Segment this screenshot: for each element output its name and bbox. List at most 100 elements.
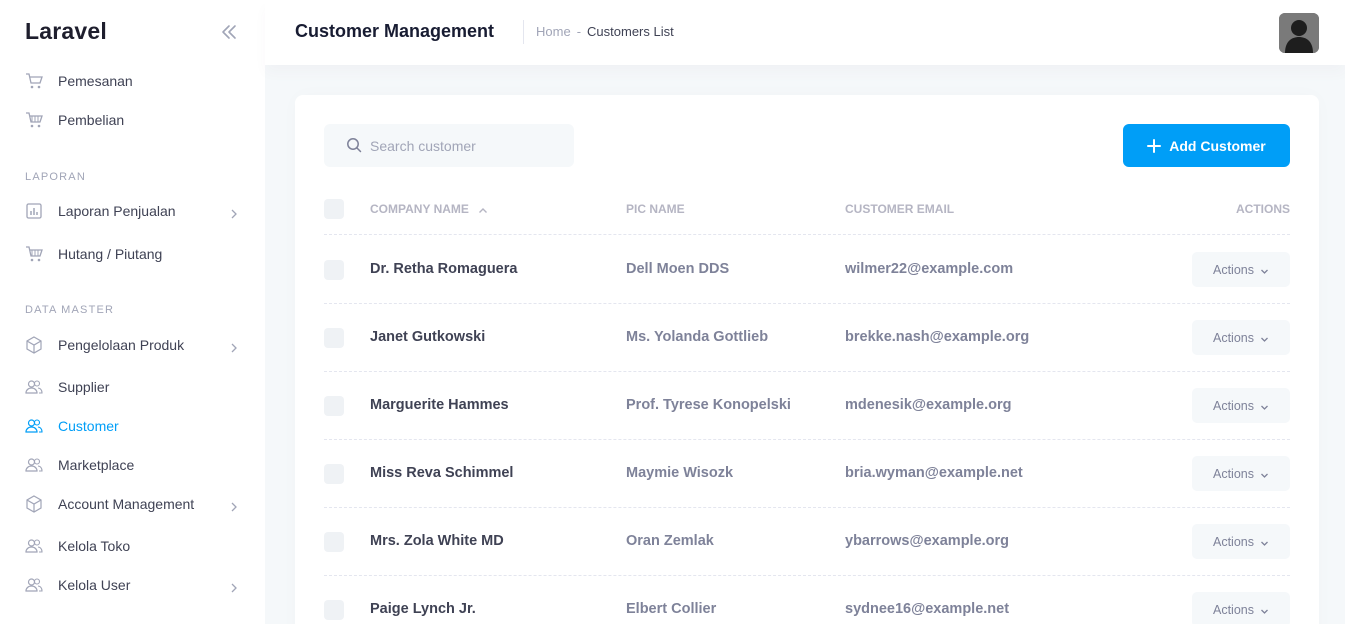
column-header-actions: ACTIONS [1236, 202, 1290, 216]
sidebar-item-label: Account Management [58, 496, 195, 512]
sidebar-item-laporan-penjualan[interactable]: Laporan Penjualan [0, 193, 265, 229]
sort-ascending-icon [478, 205, 488, 215]
chevron-right-icon [229, 499, 239, 512]
row-actions-button[interactable]: Actions [1192, 252, 1290, 287]
sidebar-item-pembelian[interactable]: Pembelian [0, 102, 265, 138]
sidebar-item-label: Hutang / Piutang [58, 246, 163, 262]
customer-email: sydnee16@example.net [845, 601, 1010, 617]
customer-email: mdenesik@example.org [845, 397, 1012, 413]
actions-label: Actions [1213, 398, 1254, 413]
sidebar-item-label: Supplier [58, 379, 110, 395]
breadcrumb: Home - Customers List [536, 24, 674, 39]
search-input[interactable] [370, 124, 570, 167]
row-actions-button[interactable]: Actions [1192, 388, 1290, 423]
company-name: Marguerite Hammes [370, 397, 509, 413]
sidebar-item-supplier[interactable]: Supplier [0, 369, 265, 405]
row-actions-button[interactable]: Actions [1192, 320, 1290, 355]
sidebar-item-hutang-piutang[interactable]: Hutang / Piutang [0, 236, 265, 272]
row-checkbox[interactable] [324, 600, 344, 620]
customer-email: bria.wyman@example.net [845, 465, 1023, 481]
top-header: Customer Management Home - Customers Lis… [265, 0, 1345, 65]
sidebar-item-account-management[interactable]: Account Management [0, 486, 265, 522]
section-title-laporan: LAPORAN [25, 171, 86, 183]
table-row: Mrs. Zola White MD Oran Zemlak ybarrows@… [324, 508, 1290, 576]
chevron-down-icon [1260, 265, 1269, 274]
customers-card: Add Customer COMPANY NAME PIC NAME CUSTO… [295, 95, 1319, 624]
brand-logo[interactable]: Laravel [25, 18, 107, 45]
cart-icon [25, 111, 43, 129]
chevron-down-icon [1260, 401, 1269, 410]
chevron-down-icon [1260, 469, 1269, 478]
customer-email: brekke.nash@example.org [845, 329, 1030, 345]
section-title-data-master: DATA MASTER [25, 304, 115, 316]
sidebar-item-customer[interactable]: Customer [0, 408, 265, 444]
actions-label: Actions [1213, 602, 1254, 617]
table-row: Marguerite Hammes Prof. Tyrese Konopelsk… [324, 372, 1290, 440]
sidebar-item-marketplace[interactable]: Marketplace [0, 447, 265, 483]
actions-label: Actions [1213, 466, 1254, 481]
actions-label: Actions [1213, 534, 1254, 549]
search-box [324, 124, 574, 167]
row-checkbox[interactable] [324, 328, 344, 348]
row-actions-button[interactable]: Actions [1192, 592, 1290, 624]
row-checkbox[interactable] [324, 532, 344, 552]
pic-name: Ms. Yolanda Gottlieb [626, 329, 769, 345]
column-header-company[interactable]: COMPANY NAME [370, 202, 488, 216]
collapse-sidebar-icon[interactable] [220, 22, 238, 42]
column-header-company-label: COMPANY NAME [370, 202, 469, 216]
sidebar-item-kelola-toko[interactable]: Kelola Toko [0, 528, 265, 564]
chevron-down-icon [1260, 605, 1269, 614]
search-icon [346, 137, 362, 153]
plus-icon [1147, 138, 1162, 153]
sidebar-item-pengelolaan-produk[interactable]: Pengelolaan Produk [0, 327, 265, 363]
cart-icon [25, 72, 43, 90]
box-icon [25, 495, 43, 513]
chart-icon [25, 202, 43, 220]
sidebar-item-label: Pengelolaan Produk [58, 337, 185, 353]
chevron-down-icon [1260, 537, 1269, 546]
breadcrumb-home[interactable]: Home [536, 24, 571, 39]
row-checkbox[interactable] [324, 464, 344, 484]
table-row: Dr. Retha Romaguera Dell Moen DDS wilmer… [324, 236, 1290, 304]
pic-name: Elbert Collier [626, 601, 717, 617]
table-row: Janet Gutkowski Ms. Yolanda Gottlieb bre… [324, 304, 1290, 372]
company-name: Janet Gutkowski [370, 329, 486, 345]
title-divider [523, 20, 524, 44]
select-all-checkbox[interactable] [324, 199, 344, 219]
page-title: Customer Management [295, 21, 495, 41]
pic-name: Maymie Wisozk [626, 465, 734, 481]
actions-label: Actions [1213, 262, 1254, 277]
breadcrumb-separator: - [576, 24, 582, 39]
chevron-right-icon [229, 340, 239, 353]
sidebar: Laravel Pemesanan Pembelian LAPORAN Lapo… [0, 0, 265, 624]
users-icon [25, 537, 43, 555]
row-actions-button[interactable]: Actions [1192, 456, 1290, 491]
sidebar-item-kelola-user[interactable]: Kelola User [0, 567, 265, 603]
row-actions-button[interactable]: Actions [1192, 524, 1290, 559]
users-icon [25, 576, 43, 594]
company-name: Dr. Retha Romaguera [370, 261, 518, 277]
sidebar-item-label: Kelola User [58, 577, 131, 593]
sidebar-item-pemesanan[interactable]: Pemesanan [0, 63, 265, 99]
breadcrumb-current: Customers List [587, 24, 674, 39]
company-name: Paige Lynch Jr. [370, 601, 476, 617]
company-name: Mrs. Zola White MD [370, 533, 504, 549]
chevron-right-icon [229, 580, 239, 593]
table-header: COMPANY NAME PIC NAME CUSTOMER EMAIL ACT… [324, 195, 1290, 235]
chevron-down-icon [1260, 333, 1269, 342]
sidebar-item-label: Pembelian [58, 112, 125, 128]
add-customer-button[interactable]: Add Customer [1123, 124, 1290, 167]
users-icon [25, 378, 43, 396]
actions-label: Actions [1213, 330, 1254, 345]
users-icon [25, 417, 43, 435]
sidebar-item-label: Pemesanan [58, 73, 133, 89]
column-header-email[interactable]: CUSTOMER EMAIL [845, 202, 954, 216]
table-row: Miss Reva Schimmel Maymie Wisozk bria.wy… [324, 440, 1290, 508]
column-header-pic[interactable]: PIC NAME [626, 202, 685, 216]
customer-email: ybarrows@example.org [845, 533, 1010, 549]
sidebar-item-label: Laporan Penjualan [58, 203, 176, 219]
row-checkbox[interactable] [324, 396, 344, 416]
row-checkbox[interactable] [324, 260, 344, 280]
sidebar-item-label: Customer [58, 418, 119, 434]
user-avatar[interactable] [1279, 13, 1319, 53]
